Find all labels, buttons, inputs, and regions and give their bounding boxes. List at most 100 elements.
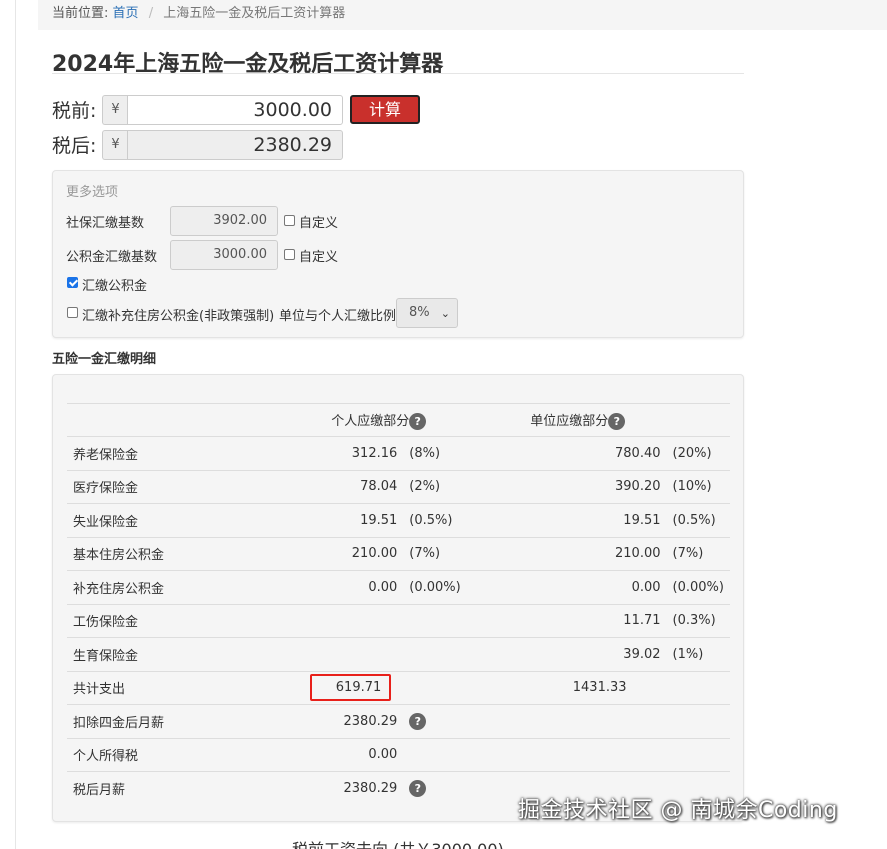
title-divider (52, 73, 744, 74)
after-tax-output: 2380.29 (127, 130, 343, 160)
more-options-title: 更多选项 (66, 185, 119, 200)
net-salary-value: 2380.29 (195, 771, 404, 805)
company-header-label: 单位应缴部分 (530, 414, 609, 429)
fund-base-custom-checkbox[interactable] (284, 249, 295, 260)
table-row: 补充住房公积金 0.00 (0.00%) 0.00 (0.00%) (67, 570, 730, 604)
company-rate: (0.3%) (666, 603, 730, 638)
personal-amount: 78.04 (195, 469, 404, 504)
personal-rate: (7%) (403, 536, 469, 571)
table-row: 工伤保险金 11.71 (0.3%) (67, 603, 730, 638)
total-personal-highlight: 619.71 (309, 674, 392, 702)
after-tax-label: 税后: (52, 135, 97, 157)
company-rate: (0.5%) (666, 503, 730, 537)
detail-section-title: 五险一金汇缴明细 (52, 352, 157, 367)
personal-amount (195, 603, 404, 638)
after-tax-currency-addon: ¥ (102, 130, 128, 160)
company-amount: 210.00 (468, 536, 667, 571)
personal-rate: (0.00%) (403, 570, 469, 604)
detail-panel: 个人应缴部分? 单位应缴部分? 养老保险金 312.16 (8%) 780.40 (20… (52, 374, 744, 822)
after-four-label: 扣除四金后月薪 (67, 704, 196, 738)
fund-base-label: 公积金汇缴基数 (66, 250, 158, 265)
pre-tax-currency-addon: ¥ (102, 95, 128, 125)
table-row: 医疗保险金 78.04 (2%) 390.20 (10%) (67, 469, 730, 504)
social-base-custom-checkbox[interactable] (284, 215, 295, 226)
breadcrumb-home-link[interactable]: 首页 (113, 6, 139, 21)
row-name: 工伤保险金 (67, 603, 196, 638)
social-base-label: 社保汇缴基数 (66, 216, 145, 231)
pay-fund-checkbox[interactable] (67, 277, 78, 288)
after-four-row: 扣除四金后月薪 2380.29 ? (67, 704, 730, 738)
net-salary-label: 税后月薪 (67, 771, 196, 805)
social-base-custom-label: 自定义 (299, 216, 339, 231)
table-row: 基本住房公积金 210.00 (7%) 210.00 (7%) (67, 536, 730, 571)
row-name: 生育保险金 (67, 637, 196, 671)
row-name: 补充住房公积金 (67, 570, 196, 604)
personal-rate (403, 603, 469, 638)
income-tax-label: 个人所得税 (67, 737, 196, 772)
company-amount: 11.71 (468, 603, 667, 638)
company-amount: 0.00 (468, 570, 667, 604)
chevron-down-icon: ⌄ (440, 307, 450, 320)
breadcrumb: 当前位置: 首页 / 上海五险一金及税后工资计算器 (38, 0, 887, 30)
row-name: 基本住房公积金 (67, 536, 196, 571)
company-amount: 390.20 (468, 469, 667, 504)
personal-amount: 19.51 (195, 503, 404, 537)
company-amount: 19.51 (468, 503, 667, 537)
pay-fund-label: 汇缴公积金 (82, 279, 148, 294)
ratio-label: 单位与个人汇缴比例 (279, 309, 397, 324)
personal-rate (403, 637, 469, 671)
row-name: 失业保险金 (67, 503, 196, 537)
row-name: 医疗保险金 (67, 469, 196, 504)
company-rate: (20%) (666, 436, 730, 470)
after-four-value: 2380.29 (195, 704, 404, 738)
help-icon[interactable]: ? (409, 712, 427, 730)
help-icon[interactable]: ? (608, 413, 626, 430)
total-row: 共计支出 619.71 1431.33 (67, 670, 730, 705)
income-tax-row: 个人所得税 0.00 (67, 737, 730, 772)
table-row: 失业保险金 19.51 (0.5%) 19.51 (0.5%) (67, 503, 730, 537)
company-rate: (7%) (666, 536, 730, 571)
personal-header: 个人应缴部分? (195, 403, 469, 437)
table-row: 生育保险金 39.02 (1%) (67, 637, 730, 671)
personal-amount (195, 637, 404, 671)
fund-base-custom-label: 自定义 (299, 250, 339, 265)
personal-header-label: 个人应缴部分 (331, 414, 410, 429)
help-icon[interactable]: ? (409, 413, 427, 430)
row-name: 养老保险金 (67, 436, 196, 470)
personal-amount: 210.00 (195, 536, 404, 571)
salary-breakdown-caption: 税前工资去向 (共￥3000.00) (292, 836, 504, 849)
income-tax-value: 0.00 (195, 737, 404, 772)
watermark: 掘金技术社区 @ 南城余Coding (518, 798, 838, 823)
social-base-input[interactable]: 3902.00 (170, 206, 278, 236)
supp-fund-label: 汇缴补充住房公积金(非政策强制) (82, 309, 275, 324)
personal-rate: (8%) (403, 436, 469, 470)
personal-amount: 0.00 (195, 570, 404, 604)
company-header: 单位应缴部分? (468, 403, 730, 437)
company-amount: 39.02 (468, 637, 667, 671)
supp-fund-checkbox[interactable] (67, 307, 78, 318)
company-amount: 780.40 (468, 436, 667, 470)
breadcrumb-current: 上海五险一金及税后工资计算器 (163, 6, 346, 21)
ratio-select-value: 8% (409, 305, 430, 320)
personal-rate: (2%) (403, 469, 469, 504)
personal-amount: 312.16 (195, 436, 404, 470)
help-icon[interactable]: ? (409, 780, 427, 797)
table-row: 养老保险金 312.16 (8%) 780.40 (20%) (67, 436, 730, 470)
table-header-row: 个人应缴部分? 单位应缴部分? (67, 403, 730, 437)
total-label: 共计支出 (67, 670, 196, 705)
fund-base-input[interactable]: 3000.00 (170, 240, 278, 270)
more-options-panel: 更多选项 社保汇缴基数 3902.00 自定义 公积金汇缴基数 3000.00 … (52, 170, 744, 338)
total-company-value: 1431.33 (468, 670, 667, 705)
pre-tax-label: 税前: (52, 100, 97, 122)
contribution-table: 个人应缴部分? 单位应缴部分? 养老保险金 312.16 (8%) 780.40 (20… (67, 403, 730, 805)
company-rate: (10%) (666, 469, 730, 504)
personal-rate: (0.5%) (403, 503, 469, 537)
company-rate: (0.00%) (666, 570, 730, 604)
calculate-button[interactable]: 计算 (350, 95, 420, 124)
page-left-border (15, 0, 16, 849)
ratio-select[interactable]: 8% ⌄ (396, 298, 458, 328)
pre-tax-input[interactable]: 3000.00 (127, 95, 343, 125)
company-rate: (1%) (666, 637, 730, 671)
breadcrumb-separator: / (148, 6, 154, 21)
breadcrumb-prefix: 当前位置: (52, 6, 109, 21)
